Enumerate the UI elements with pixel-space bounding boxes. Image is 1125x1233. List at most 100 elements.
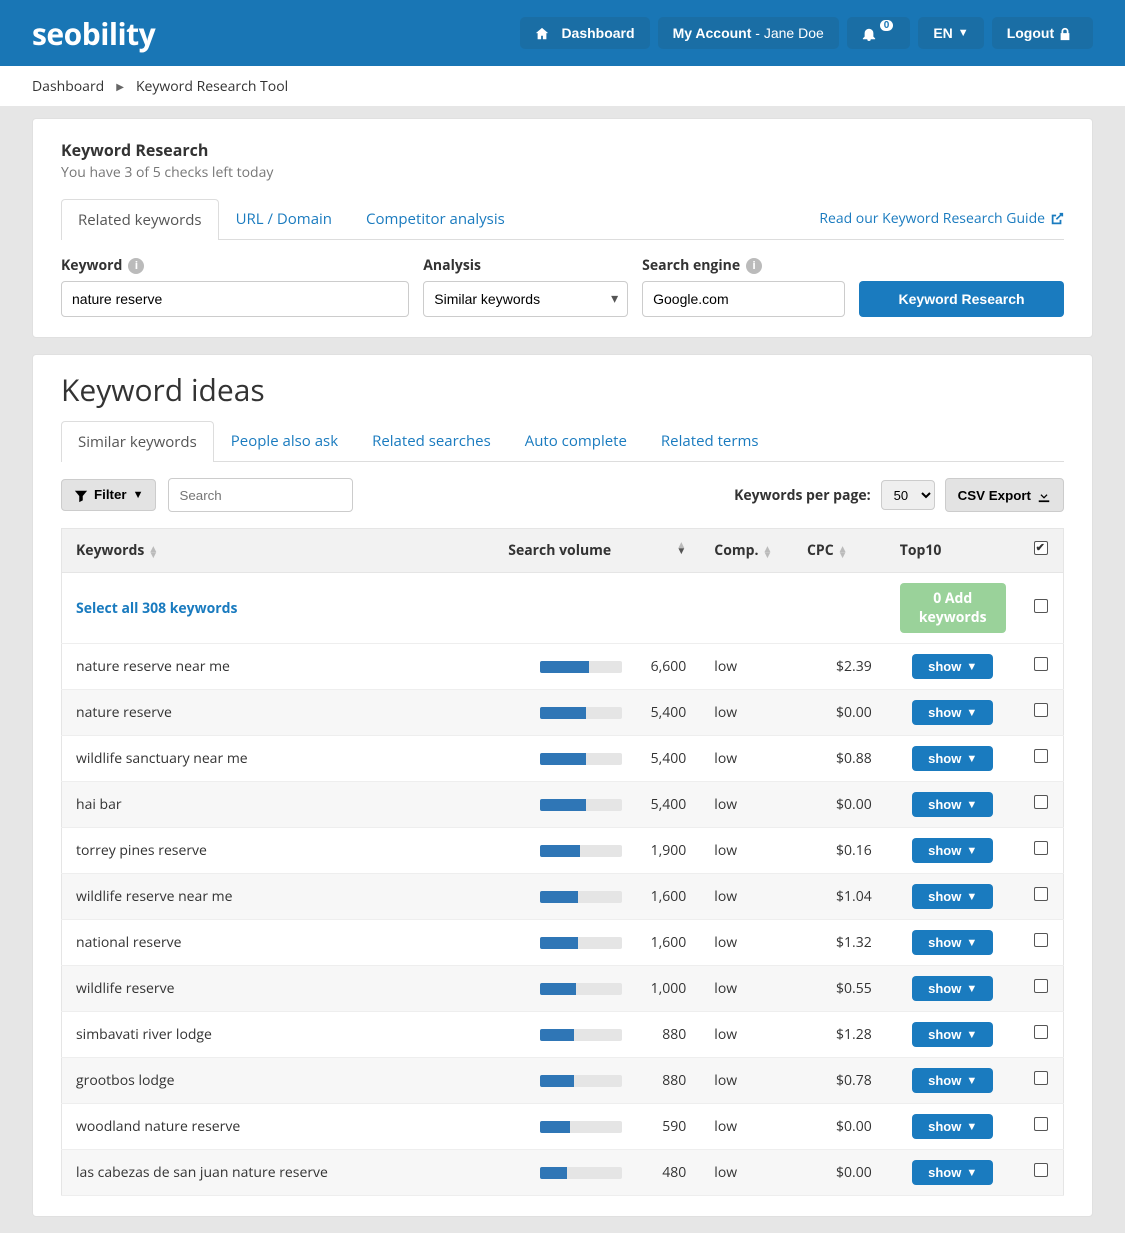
keyword-cell: torrey pines reserve bbox=[62, 828, 495, 874]
chevron-down-icon: ▼ bbox=[966, 1121, 977, 1133]
checkbox[interactable] bbox=[1034, 749, 1048, 763]
panel-title: Keyword Research bbox=[61, 139, 1064, 161]
info-icon[interactable]: i bbox=[746, 258, 762, 274]
volume-cell: 5,400 bbox=[494, 690, 700, 736]
language-button[interactable]: EN ▼ bbox=[918, 17, 983, 49]
comp-cell: low bbox=[700, 644, 793, 690]
dashboard-button[interactable]: Dashboard bbox=[520, 17, 649, 49]
cpc-cell: $2.39 bbox=[793, 644, 886, 690]
volume-value: 5,400 bbox=[638, 749, 686, 768]
col-comp[interactable]: Comp.▲▼ bbox=[700, 529, 793, 573]
keyword-cell: nature reserve bbox=[62, 690, 495, 736]
volume-bar bbox=[540, 1121, 622, 1133]
tab-similar-keywords[interactable]: Similar keywords bbox=[61, 421, 214, 462]
cpc-cell: $0.16 bbox=[793, 828, 886, 874]
checkbox[interactable] bbox=[1034, 657, 1048, 671]
show-top10-button[interactable]: show ▼ bbox=[912, 654, 993, 679]
comp-cell: low bbox=[700, 828, 793, 874]
add-keywords-button[interactable]: 0 Add keywords bbox=[900, 583, 1006, 633]
analysis-select[interactable]: Similar keywords bbox=[423, 281, 628, 317]
engine-input[interactable] bbox=[642, 281, 845, 317]
tab-people-also-ask[interactable]: People also ask bbox=[214, 420, 355, 461]
search-input[interactable] bbox=[168, 478, 353, 512]
filter-button[interactable]: Filter ▼ bbox=[61, 479, 156, 510]
external-link-icon bbox=[1050, 209, 1064, 228]
tab-competitor-analysis[interactable]: Competitor analysis bbox=[349, 198, 522, 239]
checkbox[interactable] bbox=[1034, 795, 1048, 809]
checkbox[interactable] bbox=[1034, 703, 1048, 717]
volume-cell: 1,900 bbox=[494, 828, 700, 874]
checkbox[interactable] bbox=[1034, 933, 1048, 947]
show-top10-button[interactable]: show ▼ bbox=[912, 746, 993, 771]
col-cpc[interactable]: CPC▲▼ bbox=[793, 529, 886, 573]
show-top10-button[interactable]: show ▼ bbox=[912, 700, 993, 725]
show-top10-button[interactable]: show ▼ bbox=[912, 1022, 993, 1047]
table-row: hai bar5,400low$0.00show ▼ bbox=[62, 782, 1064, 828]
info-icon[interactable]: i bbox=[128, 258, 144, 274]
research-tabs: Related keywords URL / Domain Competitor… bbox=[61, 198, 1064, 240]
comp-cell: low bbox=[700, 966, 793, 1012]
bell-icon bbox=[862, 25, 882, 41]
chevron-down-icon: ▼ bbox=[966, 661, 977, 673]
keywords-per-page-select[interactable]: 50 bbox=[881, 480, 935, 510]
show-top10-button[interactable]: show ▼ bbox=[912, 976, 993, 1001]
col-select-all[interactable] bbox=[1020, 529, 1064, 573]
notifications-button[interactable]: 0 bbox=[847, 17, 911, 49]
breadcrumb-root[interactable]: Dashboard bbox=[32, 77, 104, 96]
volume-value: 5,400 bbox=[638, 795, 686, 814]
volume-bar bbox=[540, 661, 622, 673]
show-top10-button[interactable]: show ▼ bbox=[912, 1114, 993, 1139]
cpc-cell: $0.00 bbox=[793, 782, 886, 828]
show-top10-button[interactable]: show ▼ bbox=[912, 1160, 993, 1185]
volume-cell: 5,400 bbox=[494, 782, 700, 828]
select-all-link[interactable]: Select all 308 keywords bbox=[76, 599, 237, 618]
checkbox[interactable] bbox=[1034, 979, 1048, 993]
download-icon bbox=[1037, 487, 1051, 502]
logout-button[interactable]: Logout bbox=[992, 17, 1093, 49]
show-top10-button[interactable]: show ▼ bbox=[912, 792, 993, 817]
table-row: woodland nature reserve590low$0.00show ▼ bbox=[62, 1104, 1064, 1150]
checkbox[interactable] bbox=[1034, 1025, 1048, 1039]
checkbox[interactable] bbox=[1034, 1117, 1048, 1131]
breadcrumb-sep: ▶ bbox=[116, 79, 124, 93]
csv-export-button[interactable]: CSV Export bbox=[945, 478, 1064, 512]
checkbox[interactable] bbox=[1034, 887, 1048, 901]
show-top10-button[interactable]: show ▼ bbox=[912, 838, 993, 863]
volume-bar bbox=[540, 799, 622, 811]
volume-value: 590 bbox=[638, 1117, 686, 1136]
tab-related-terms[interactable]: Related terms bbox=[644, 420, 776, 461]
tab-related-searches[interactable]: Related searches bbox=[355, 420, 508, 461]
volume-value: 5,400 bbox=[638, 703, 686, 722]
dashboard-button-label: Dashboard bbox=[561, 25, 634, 41]
comp-cell: low bbox=[700, 874, 793, 920]
tab-related-keywords[interactable]: Related keywords bbox=[61, 199, 219, 240]
col-search-volume[interactable]: Search volume▲▼ bbox=[494, 529, 700, 573]
cpc-cell: $0.00 bbox=[793, 1150, 886, 1196]
tab-auto-complete[interactable]: Auto complete bbox=[508, 420, 644, 461]
show-top10-button[interactable]: show ▼ bbox=[912, 930, 993, 955]
keyword-cell: nature reserve near me bbox=[62, 644, 495, 690]
table-row: nature reserve near me6,600low$2.39show … bbox=[62, 644, 1064, 690]
checkbox[interactable] bbox=[1034, 599, 1048, 613]
show-top10-button[interactable]: show ▼ bbox=[912, 884, 993, 909]
volume-value: 1,600 bbox=[638, 887, 686, 906]
chevron-down-icon: ▼ bbox=[966, 983, 977, 995]
guide-link[interactable]: Read our Keyword Research Guide bbox=[819, 209, 1064, 228]
keyword-input[interactable] bbox=[61, 281, 409, 317]
keyword-research-submit[interactable]: Keyword Research bbox=[859, 281, 1064, 317]
volume-cell: 590 bbox=[494, 1104, 700, 1150]
comp-cell: low bbox=[700, 782, 793, 828]
tab-url-domain[interactable]: URL / Domain bbox=[219, 198, 349, 239]
cpc-cell: $0.78 bbox=[793, 1058, 886, 1104]
col-keywords[interactable]: Keywords▲▼ bbox=[62, 529, 495, 573]
account-button[interactable]: My Account - Jane Doe bbox=[658, 17, 839, 49]
table-row: grootbos lodge880low$0.78show ▼ bbox=[62, 1058, 1064, 1104]
checkbox[interactable] bbox=[1034, 1071, 1048, 1085]
checkbox[interactable] bbox=[1034, 841, 1048, 855]
keyword-ideas-heading: Keyword ideas bbox=[61, 369, 1064, 410]
keyword-cell: national reserve bbox=[62, 920, 495, 966]
show-top10-button[interactable]: show ▼ bbox=[912, 1068, 993, 1093]
checkbox-master-icon[interactable] bbox=[1034, 541, 1048, 555]
table-row: nature reserve5,400low$0.00show ▼ bbox=[62, 690, 1064, 736]
checkbox[interactable] bbox=[1034, 1163, 1048, 1177]
